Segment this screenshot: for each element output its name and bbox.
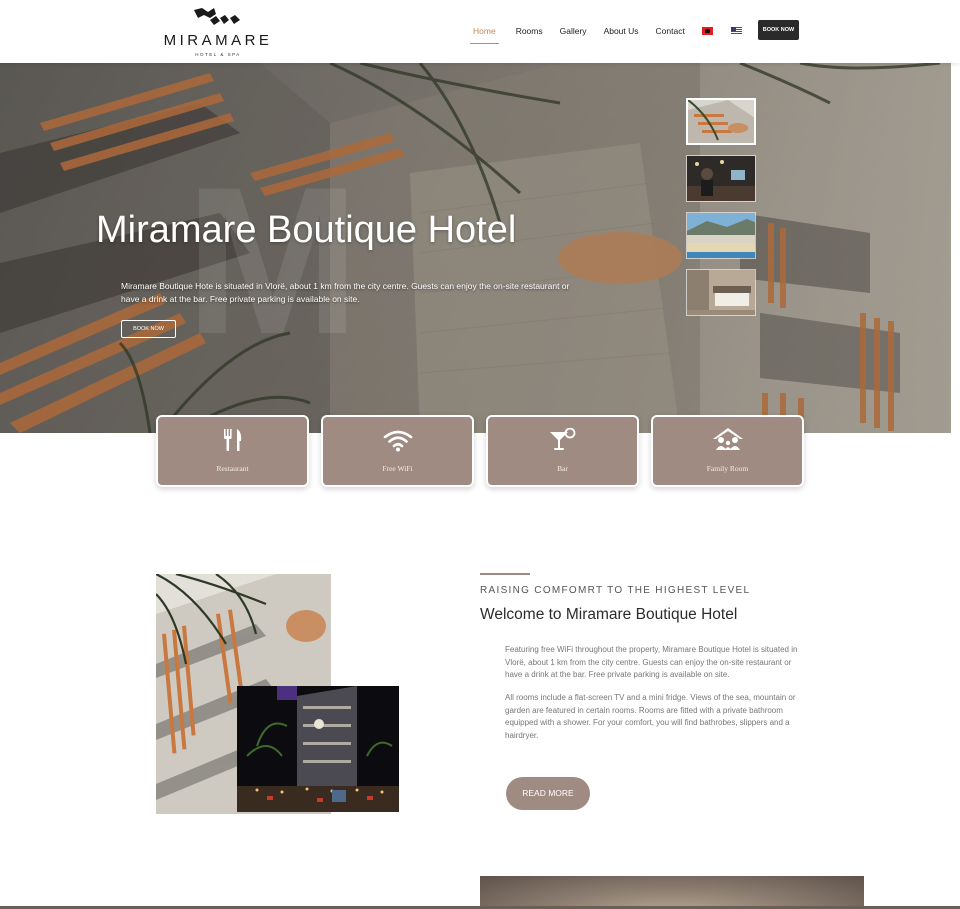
hero-description: Miramare Boutique Hote is situated in Vl… (121, 281, 570, 304)
slider-thumb-room[interactable] (686, 269, 756, 316)
feature-label: Family Room (706, 464, 749, 473)
hero-slider: M Miramare Boutique Hotel Miramare Bouti… (0, 63, 951, 433)
page: MIRAMARE HOTEL & SPA Home Rooms Gallery … (0, 0, 960, 909)
beach-thumb-image (687, 213, 755, 258)
hero-title: Miramare Boutique Hotel (96, 209, 517, 251)
logo-tagline: HOTEL & SPA (195, 52, 241, 57)
cocktail-icon (549, 428, 575, 450)
feature-label: Restaurant (216, 464, 249, 473)
feature-card-wifi[interactable]: Free WiFi (321, 415, 474, 487)
welcome-title: Welcome to Miramare Boutique Hotel (480, 606, 738, 623)
reception-thumb-image (687, 156, 755, 201)
logo[interactable]: MIRAMARE HOTEL & SPA (152, 6, 284, 60)
nav-item-contact[interactable]: Contact (656, 22, 685, 44)
logo-birds-icon (194, 8, 240, 25)
hotel-night-photo (237, 686, 399, 812)
feature-card-restaurant[interactable]: Restaurant (156, 415, 309, 487)
us-flag-icon[interactable] (730, 27, 742, 35)
main-nav: Home Rooms Gallery About Us Contact (470, 22, 760, 44)
albanian-flag-icon[interactable] (701, 27, 713, 35)
family-icon (712, 428, 743, 450)
wifi-icon (383, 430, 412, 452)
utensils-icon (223, 429, 241, 451)
feature-label: Bar (557, 464, 568, 473)
section-accent-line (480, 573, 530, 575)
nav-item-home[interactable]: Home (470, 22, 499, 44)
slider-thumb-facade[interactable] (686, 98, 756, 145)
logo-name: MIRAMARE (163, 32, 273, 49)
next-section-image (480, 876, 864, 909)
site-header: MIRAMARE HOTEL & SPA Home Rooms Gallery … (0, 0, 960, 63)
welcome-paragraph-2: All rooms include a flat-screen TV and a… (505, 693, 796, 740)
slider-thumb-beach[interactable] (686, 212, 756, 259)
room-thumb-image (687, 270, 755, 315)
nav-item-about-us[interactable]: About Us (604, 22, 639, 44)
nav-item-rooms[interactable]: Rooms (516, 22, 543, 44)
hero-book-now-button[interactable]: BOOK NOW (121, 320, 176, 338)
welcome-paragraph-1: Featuring free WiFi throughout the prope… (505, 645, 798, 679)
feature-card-bar[interactable]: Bar (486, 415, 639, 487)
nav-item-gallery[interactable]: Gallery (560, 22, 587, 44)
read-more-button[interactable]: READ MORE (506, 777, 590, 810)
section-eyebrow: RAISING COMFOMRT TO THE HIGHEST LEVEL (480, 585, 751, 596)
book-now-header-button[interactable]: BOOK NOW (758, 20, 799, 40)
slider-thumb-reception[interactable] (686, 155, 756, 202)
facade-thumb-image (688, 100, 754, 143)
feature-card-family-room[interactable]: Family Room (651, 415, 804, 487)
feature-label: Free WiFi (382, 464, 413, 473)
